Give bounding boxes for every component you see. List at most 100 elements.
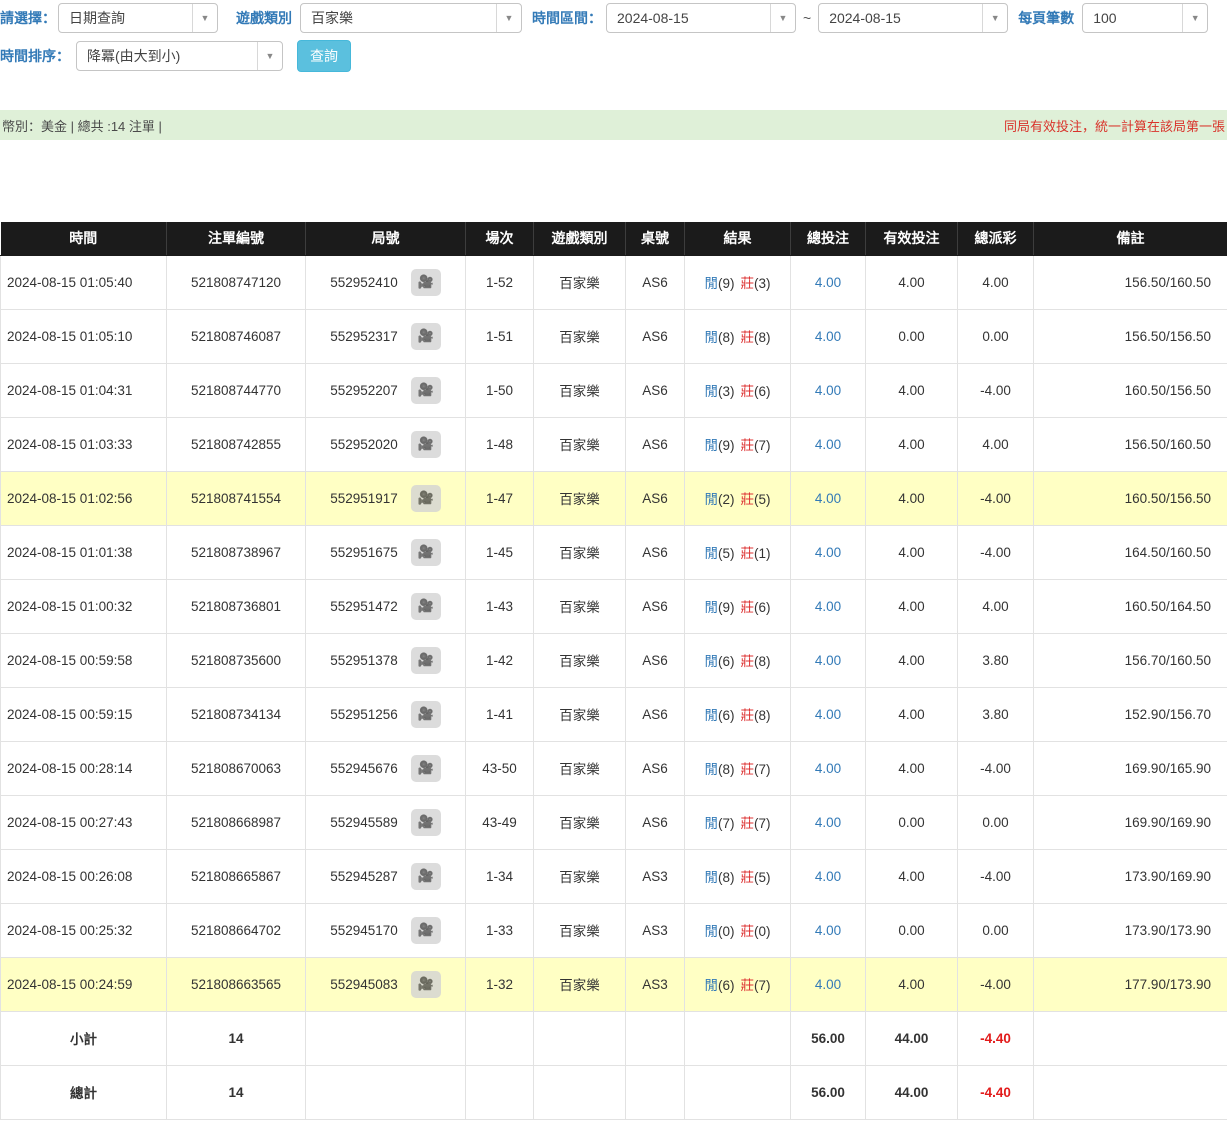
video-replay-icon[interactable]: 🎥 [411, 809, 441, 836]
session-cell: 1-45 [466, 525, 534, 579]
summary-payout-cell: -4.40 [958, 1011, 1034, 1065]
total-bet-link[interactable]: 4.00 [815, 491, 841, 506]
query-type-select[interactable]: 日期查詢 ▼ [58, 3, 218, 33]
game-type-select[interactable]: 百家樂 ▼ [300, 3, 522, 33]
total-bet-link[interactable]: 4.00 [815, 869, 841, 884]
banker-result: 莊 [741, 816, 755, 831]
page-size-value: 100 [1083, 10, 1116, 26]
total-bet-cell: 4.00 [791, 309, 866, 363]
date-from-select[interactable]: 2024-08-15 ▼ [606, 3, 796, 33]
total-bet-link[interactable]: 4.00 [815, 815, 841, 830]
valid-bet-cell: 4.00 [866, 687, 958, 741]
table-footer: 小計1456.0044.00-4.40總計1456.0044.00-4.40 [1, 1011, 1227, 1119]
video-replay-icon[interactable]: 🎥 [411, 647, 441, 674]
total-bet-link[interactable]: 4.00 [815, 383, 841, 398]
video-replay-icon[interactable]: 🎥 [411, 323, 441, 350]
video-replay-icon[interactable]: 🎥 [411, 917, 441, 944]
video-replay-icon[interactable]: 🎥 [411, 377, 441, 404]
result-cell: 閒(9)莊(6) [685, 579, 791, 633]
page-size-select[interactable]: 100 ▼ [1082, 3, 1208, 33]
summary-info-bar: 幣別：美金 | 總共 :14 注單 | 同局有效投注，統一計算在該局第一張 [0, 110, 1227, 140]
column-header: 結果 [685, 222, 791, 255]
player-result: 閒 [705, 654, 719, 669]
video-replay-icon[interactable]: 🎥 [411, 755, 441, 782]
table-no-cell: AS3 [626, 957, 685, 1011]
remark-cell: 156.50/160.50 [1034, 255, 1227, 309]
total-bet-link[interactable]: 4.00 [815, 761, 841, 776]
banker-result: 莊 [741, 384, 755, 399]
total-bet-link[interactable]: 4.00 [815, 977, 841, 992]
valid-bet-cell: 4.00 [866, 255, 958, 309]
search-button[interactable]: 查詢 [297, 40, 351, 72]
player-result: 閒 [705, 600, 719, 615]
banker-result: 莊 [741, 330, 755, 345]
table-no-cell: AS3 [626, 903, 685, 957]
time-cell: 2024-08-15 00:28:14 [1, 741, 167, 795]
video-replay-icon[interactable]: 🎥 [411, 485, 441, 512]
video-replay-icon[interactable]: 🎥 [411, 431, 441, 458]
game-type-cell: 百家樂 [534, 849, 626, 903]
time-sort-select[interactable]: 降冪(由大到小) ▼ [76, 41, 283, 71]
game-type-cell: 百家樂 [534, 471, 626, 525]
bet-id-cell: 521808664702 [167, 903, 306, 957]
video-replay-icon[interactable]: 🎥 [411, 701, 441, 728]
total-bet-link[interactable]: 4.00 [815, 437, 841, 452]
round-id-cell: 552945170🎥 [306, 903, 466, 957]
player-result: 閒 [705, 924, 719, 939]
total-bet-link[interactable]: 4.00 [815, 545, 841, 560]
video-replay-icon[interactable]: 🎥 [411, 593, 441, 620]
time-cell: 2024-08-15 00:59:15 [1, 687, 167, 741]
column-header: 有效投注 [866, 222, 958, 255]
summary-count-cell: 14 [167, 1011, 306, 1065]
video-replay-icon[interactable]: 🎥 [411, 539, 441, 566]
table-row: 2024-08-15 00:59:15521808734134552951256… [1, 687, 1227, 741]
round-id-cell: 552945287🎥 [306, 849, 466, 903]
round-id-value: 552951256 [330, 707, 398, 722]
summary-payout-cell: -4.40 [958, 1065, 1034, 1119]
total-bet-cell: 4.00 [791, 417, 866, 471]
total-bet-link[interactable]: 4.00 [815, 329, 841, 344]
summary-row: 總計1456.0044.00-4.40 [1, 1065, 1227, 1119]
banker-result: 莊 [741, 438, 755, 453]
video-replay-icon[interactable]: 🎥 [411, 269, 441, 296]
round-id-cell: 552951917🎥 [306, 471, 466, 525]
total-bet-cell: 4.00 [791, 579, 866, 633]
total-bet-link[interactable]: 4.00 [815, 599, 841, 614]
table-no-cell: AS6 [626, 309, 685, 363]
round-id-cell: 552951256 🎥 [306, 687, 466, 741]
total-bet-link[interactable]: 4.00 [815, 923, 841, 938]
valid-bet-notice-text: 同局有效投注，統一計算在該局第一張 [1004, 116, 1225, 135]
filter-bar: 請選擇： 日期查詢 ▼ 遊戲類別 百家樂 ▼ 時間區間： 2024-08-15 … [0, 0, 1227, 72]
bet-id-cell: 521808665867 [167, 849, 306, 903]
date-to-select[interactable]: 2024-08-15 ▼ [818, 3, 1008, 33]
query-type-label: 請選擇： [0, 8, 56, 28]
chevron-down-icon: ▼ [982, 4, 1007, 32]
summary-valid-bet-cell: 44.00 [866, 1011, 958, 1065]
result-cell: 閒(9)莊(3) [685, 255, 791, 309]
result-cell: 閒(0)莊(0) [685, 903, 791, 957]
table-no-cell: AS6 [626, 633, 685, 687]
game-type-cell: 百家樂 [534, 687, 626, 741]
table-no-cell: AS6 [626, 471, 685, 525]
banker-result: 莊 [741, 276, 755, 291]
bet-id-cell: 521808744770 [167, 363, 306, 417]
round-id-value: 552952410 [330, 275, 398, 290]
session-cell: 1-51 [466, 309, 534, 363]
date-to-value: 2024-08-15 [819, 10, 901, 26]
total-bet-link[interactable]: 4.00 [815, 275, 841, 290]
banker-result: 莊 [741, 870, 755, 885]
video-replay-icon[interactable]: 🎥 [411, 863, 441, 890]
summary-row: 小計1456.0044.00-4.40 [1, 1011, 1227, 1065]
video-replay-icon[interactable]: 🎥 [411, 971, 441, 998]
remark-cell: 156.50/156.50 [1034, 309, 1227, 363]
round-id-cell: 552951675🎥 [306, 525, 466, 579]
bet-id-cell: 521808741554 [167, 471, 306, 525]
banker-result: 莊 [741, 546, 755, 561]
table-body: 2024-08-15 01:05:40521808747120552952410… [1, 255, 1227, 1011]
total-bet-link[interactable]: 4.00 [815, 707, 841, 722]
result-cell: 閒(8)莊(5) [685, 849, 791, 903]
round-id-cell: 552952020🎥 [306, 417, 466, 471]
table-row: 2024-08-15 01:05:40521808747120552952410… [1, 255, 1227, 309]
total-bet-link[interactable]: 4.00 [815, 653, 841, 668]
round-id-value: 552952207 [330, 383, 398, 398]
